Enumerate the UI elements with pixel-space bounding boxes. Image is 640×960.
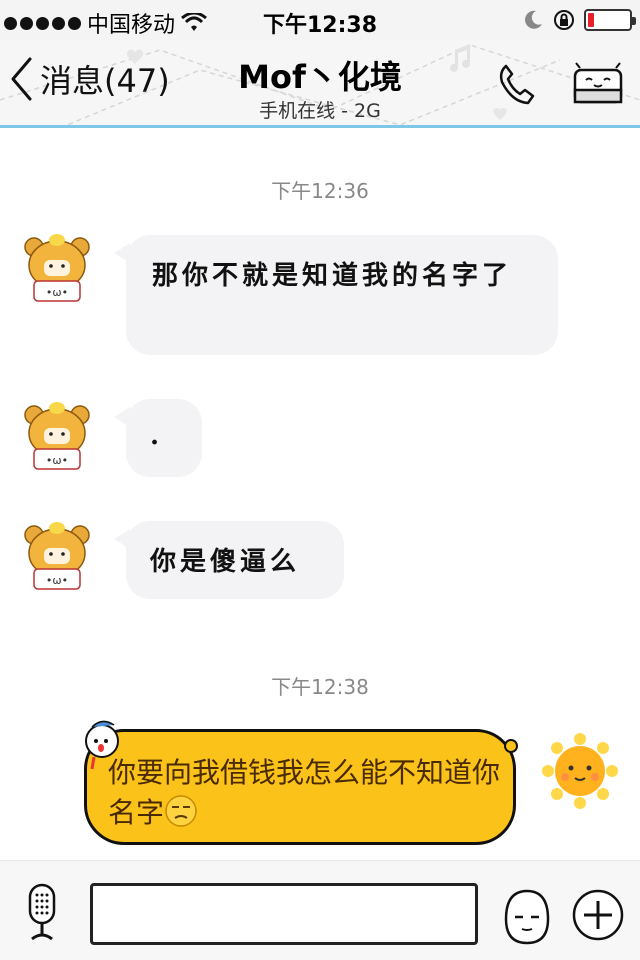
moon-icon	[525, 10, 542, 29]
plus-icon[interactable]	[570, 887, 626, 943]
unamused-emoji-icon	[165, 795, 197, 827]
sun-avatar-icon[interactable]	[540, 731, 620, 811]
message-text: 你是傻逼么	[150, 547, 301, 577]
outgoing-message-text: 你要向我借钱我怎么能不知道你名字	[108, 753, 504, 833]
svg-text:•ω•: •ω•	[46, 454, 68, 467]
svg-text:•ω•: •ω•	[46, 286, 68, 299]
contact-name: Mof丶化境	[238, 58, 402, 96]
battery-level	[588, 13, 594, 27]
input-bar	[0, 860, 640, 960]
chat-area[interactable]: 下午12:36 •ω• 那你不就是知道我的名字了 •ω• . •ω• 你是傻逼么…	[0, 131, 640, 860]
status-icons	[522, 8, 636, 32]
incoming-message-bubble[interactable]	[114, 399, 202, 477]
message-text: 那你不就是知道我的名字了	[152, 261, 513, 291]
nav-bar: 消息(47) Mof丶化境 手机在线 - 2G	[0, 40, 640, 128]
bear-avatar-icon[interactable]: •ω•	[20, 399, 96, 475]
emoji-face-icon[interactable]	[500, 887, 554, 947]
incoming-message-bubble[interactable]	[114, 235, 558, 355]
phone-icon[interactable]	[496, 62, 536, 106]
profile-face-icon[interactable]	[572, 62, 624, 106]
bear-avatar-icon[interactable]: •ω•	[20, 519, 96, 595]
svg-text:•ω•: •ω•	[46, 574, 68, 587]
message-input[interactable]	[90, 883, 478, 945]
microphone-icon[interactable]	[20, 883, 64, 945]
battery-icon	[584, 9, 636, 31]
status-bar: 中国移动 下午12:38	[0, 0, 640, 40]
bear-avatar-icon[interactable]: •ω•	[20, 231, 96, 307]
message-timestamp: 下午12:36	[271, 179, 369, 203]
rotation-lock-icon	[554, 10, 574, 30]
message-timestamp: 下午12:38	[271, 675, 369, 699]
online-status: 手机在线 - 2G	[259, 100, 381, 122]
message-text: .	[150, 421, 164, 451]
